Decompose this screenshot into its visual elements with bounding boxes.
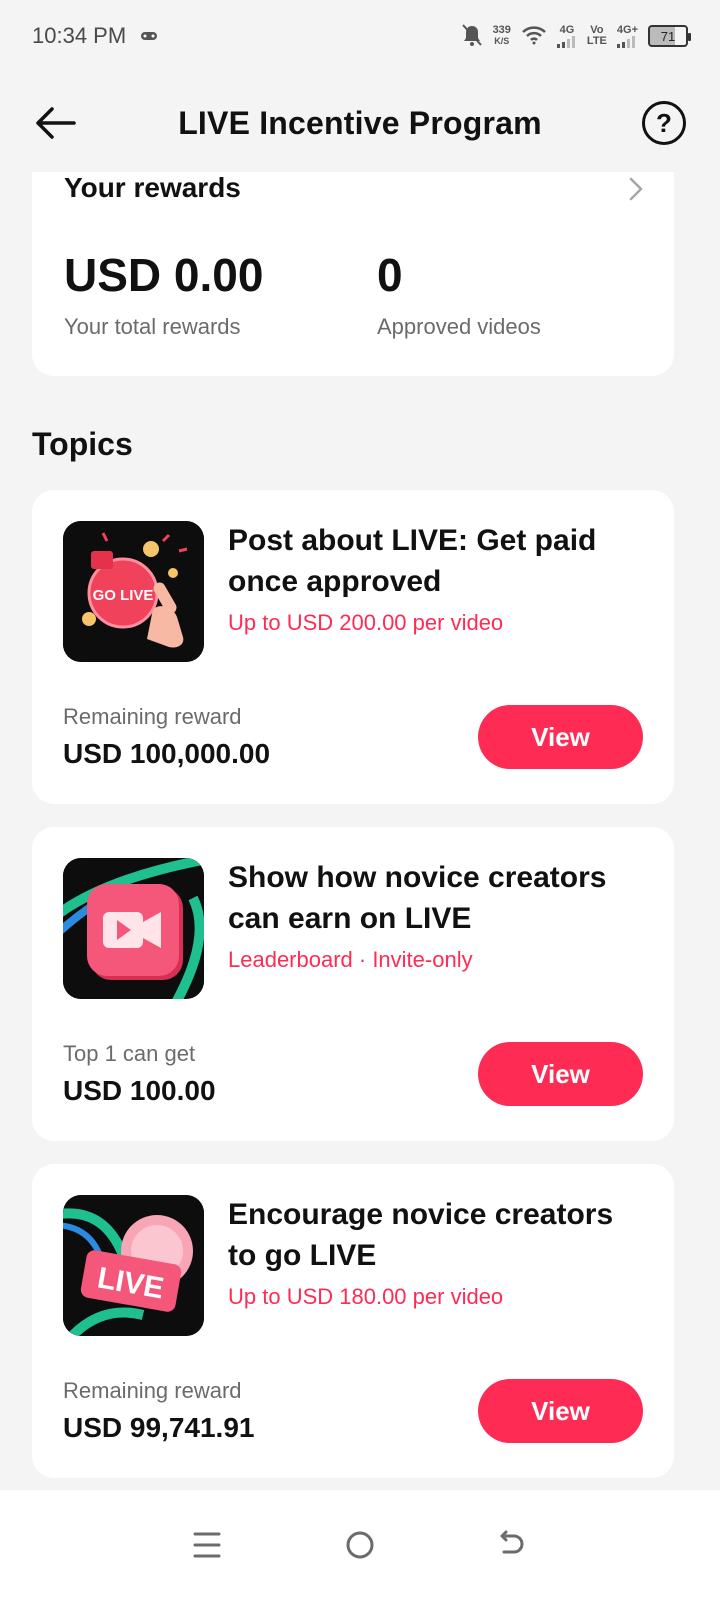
video-camera-illustration <box>63 858 204 999</box>
topic-meta-value: USD 99,741.91 <box>63 1412 255 1443</box>
video-camera-thumbnail <box>63 858 204 999</box>
topic-card[interactable]: Show how novice creators can earn on LIV… <box>32 827 674 1141</box>
status-bar: 10:34 PM 339 K/S 4G Vo LTE 4G+ 71 <box>0 0 720 72</box>
approved-videos-value: 0 <box>377 249 403 301</box>
go-live-illustration: GO LIVE <box>63 521 204 662</box>
status-left: 10:34 PM <box>32 23 158 49</box>
status-right: 339 K/S 4G Vo LTE 4G+ 71 <box>461 23 691 50</box>
volte-indicator: Vo LTE <box>587 25 607 47</box>
topics-heading: Topics <box>32 426 133 462</box>
volte-bottom: LTE <box>586 35 607 47</box>
nav-back-button[interactable] <box>493 1525 533 1565</box>
total-rewards-stat: USD 0.00 Your total rewards <box>64 250 263 340</box>
signal-1-label: 4G <box>559 23 575 36</box>
signal-2-label: 4G+ <box>616 23 638 36</box>
mute-bell-icon <box>461 23 483 50</box>
nav-home-button[interactable] <box>340 1525 380 1565</box>
app-header: LIVE Incentive Program ? <box>0 80 720 166</box>
live-badge-thumbnail: LIVE <box>63 1195 204 1336</box>
approved-videos-stat: 0 Approved videos <box>377 250 541 340</box>
rewards-card[interactable]: Your rewards USD 0.00 Your total rewards… <box>32 172 674 376</box>
back-gesture-icon <box>500 1530 524 1554</box>
battery-level: 71 <box>660 28 676 44</box>
topic-meta-label: Remaining reward <box>63 704 242 729</box>
go-live-text: GO LIVE <box>93 587 154 604</box>
topic-subtitle: Up to USD 200.00 per video <box>228 610 504 635</box>
network-speed-unit: K/S <box>494 36 510 46</box>
page-title: LIVE Incentive Program <box>178 104 542 141</box>
topic-card[interactable]: LIVE Encourage novice creators to go LIV… <box>32 1164 674 1478</box>
topic-title: Post about LIVE: Get paid once approved <box>228 524 597 598</box>
system-nav-bar <box>0 1490 720 1600</box>
signal-2: 4G+ <box>616 23 638 48</box>
help-button[interactable]: ? <box>642 101 686 145</box>
approved-videos-label: Approved videos <box>377 314 541 339</box>
arrow-left-icon <box>36 107 76 139</box>
back-button[interactable] <box>32 100 78 146</box>
nav-menu-button[interactable] <box>187 1525 227 1565</box>
signal-1: 4G <box>556 23 577 48</box>
live-badge-illustration: LIVE <box>63 1195 204 1336</box>
topic-meta-label: Remaining reward <box>63 1378 242 1403</box>
total-rewards-label: Your total rewards <box>64 314 241 339</box>
wifi-icon <box>521 25 547 48</box>
topic-title: Show how novice creators can earn on LIV… <box>228 861 607 935</box>
chevron-right-icon[interactable] <box>624 174 648 204</box>
signal-bars-icon <box>617 35 636 48</box>
network-speed-value: 339 <box>492 24 511 36</box>
topic-meta-label: Top 1 can get <box>63 1041 196 1066</box>
home-circle-icon <box>346 1531 374 1559</box>
status-time: 10:34 PM <box>32 23 127 48</box>
signal-bars-icon <box>556 35 575 48</box>
topic-meta-value: USD 100.00 <box>63 1075 216 1106</box>
view-button[interactable]: View <box>478 1379 643 1443</box>
question-circle-icon: ? <box>656 107 672 138</box>
menu-icon <box>193 1532 221 1558</box>
topic-subtitle: Up to USD 180.00 per video <box>228 1284 504 1309</box>
game-controller-icon <box>140 23 158 49</box>
battery-icon: 71 <box>648 25 691 47</box>
go-live-thumbnail: GO LIVE <box>63 521 204 662</box>
view-button[interactable]: View <box>478 1042 643 1106</box>
topic-title: Encourage novice creators to go LIVE <box>228 1198 614 1272</box>
view-button[interactable]: View <box>478 705 643 769</box>
topic-card[interactable]: GO LIVE Post about LIVE: Get paid once a… <box>32 490 674 804</box>
topic-meta-value: USD 100,000.00 <box>63 738 271 769</box>
total-rewards-value: USD 0.00 <box>64 249 264 301</box>
rewards-title: Your rewards <box>64 172 241 203</box>
network-speed: 339 K/S <box>493 25 511 47</box>
topic-subtitle: Leaderboard · Invite-only <box>228 947 473 972</box>
